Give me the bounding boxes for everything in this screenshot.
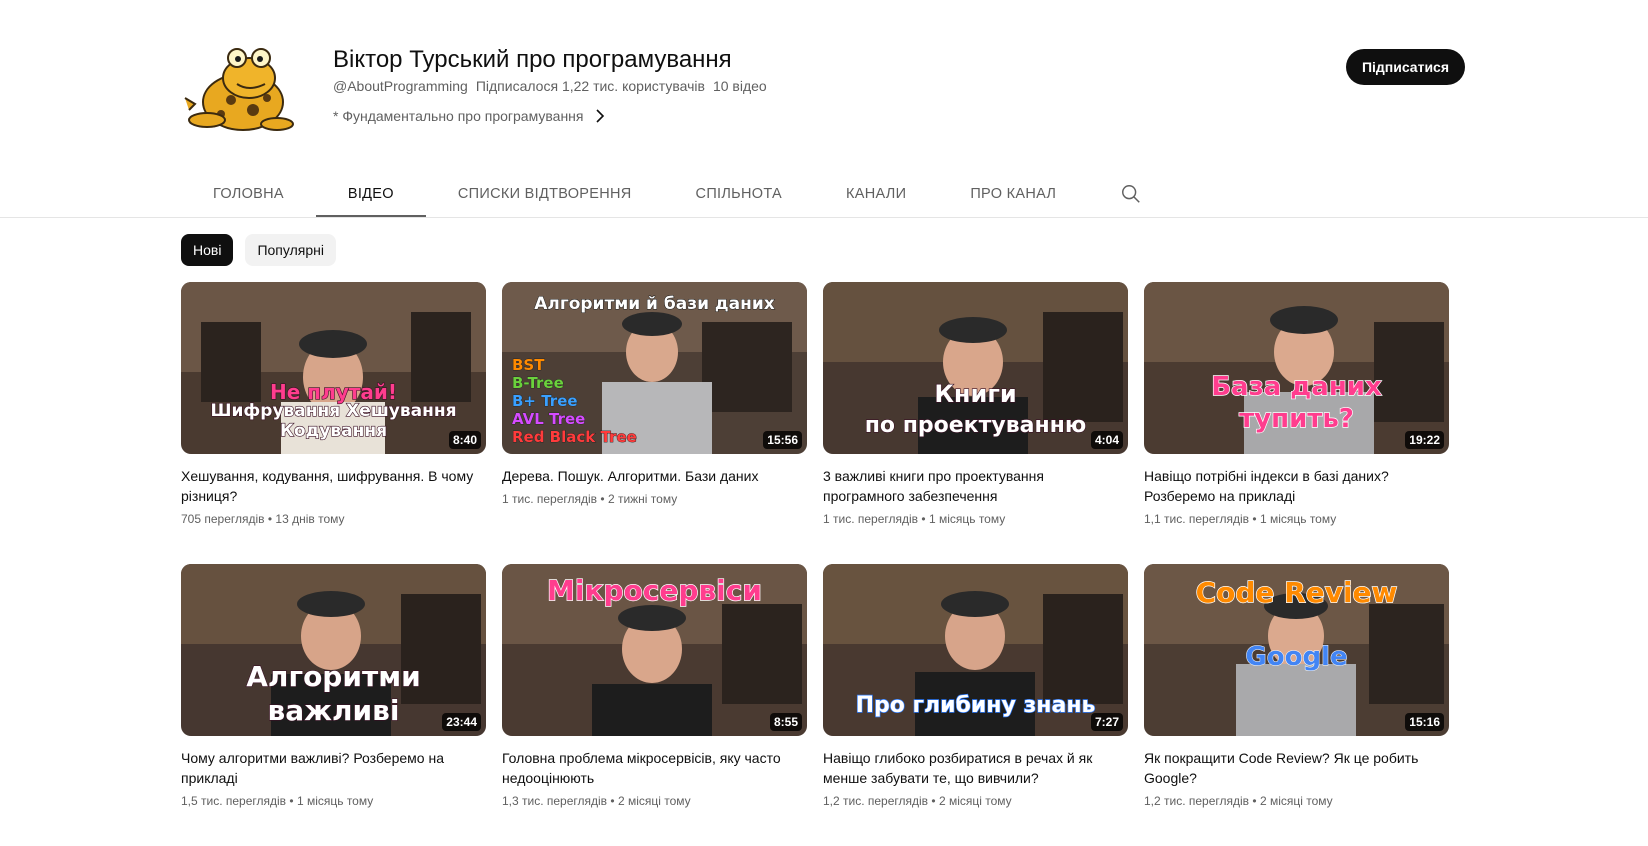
upload-age: 1 місяць тому bbox=[296, 794, 374, 808]
video-card[interactable]: Code Review Google 15:16 Як покращити Co… bbox=[1144, 564, 1449, 808]
thumbnail-caption: Алгоритми й бази даних bbox=[534, 294, 776, 314]
video-count: 10 відео bbox=[712, 78, 767, 94]
video-stats: 1,1 тис. переглядів • 1 місяць тому bbox=[1144, 512, 1337, 526]
video-card[interactable]: Не плутай! Шифрування Хешування Кодуванн… bbox=[181, 282, 486, 526]
video-card[interactable]: Книги по проектуванню 4:04 3 важливі кни… bbox=[823, 282, 1128, 526]
channel-description-link[interactable]: * Фундаментально про програмування bbox=[333, 108, 606, 124]
video-card[interactable]: База даних тупить? 19:22 Навіщо потрібні… bbox=[1144, 282, 1449, 526]
video-stats: 1,3 тис. переглядів • 2 місяці тому bbox=[502, 794, 691, 808]
video-thumbnail[interactable]: Мікросервіси 8:55 bbox=[502, 564, 807, 736]
subscribe-button[interactable]: Підписатися bbox=[1345, 49, 1465, 85]
thumbnail-caption: Алгоритми bbox=[246, 660, 422, 693]
view-count: 1,1 тис. переглядів bbox=[1144, 512, 1250, 526]
view-count: 1,3 тис. переглядів bbox=[502, 794, 608, 808]
video-duration: 8:40 bbox=[448, 431, 481, 449]
video-duration: 15:16 bbox=[1405, 713, 1444, 731]
video-thumbnail[interactable]: База даних тупить? 19:22 bbox=[1144, 282, 1449, 454]
video-title[interactable]: Хешування, кодування, шифрування. В чому… bbox=[181, 466, 486, 506]
tab-playlists[interactable]: СПИСКИ ВІДТВОРЕННЯ bbox=[426, 170, 664, 218]
video-stats: 1 тис. переглядів • 1 місяць тому bbox=[823, 512, 1006, 526]
video-thumbnail[interactable]: Про глибину знань 7:27 bbox=[823, 564, 1128, 736]
upload-age: 2 місяці тому bbox=[617, 794, 691, 808]
video-title[interactable]: Навіщо глибоко розбиратися в речах й як … bbox=[823, 748, 1128, 788]
video-card[interactable]: Алгоритми й бази даних BST B-Tree B+ Tre… bbox=[502, 282, 807, 526]
thumbnail-caption: BST bbox=[512, 356, 545, 374]
video-stats: 1,2 тис. переглядів • 2 місяці тому bbox=[1144, 794, 1333, 808]
thumbnail-caption: Code Review bbox=[1195, 576, 1398, 609]
video-card[interactable]: Мікросервіси 8:55 Головна проблема мікро… bbox=[502, 564, 807, 808]
video-title[interactable]: Головна проблема мікросервісів, яку част… bbox=[502, 748, 807, 788]
thumbnail-caption: Не плутай! bbox=[269, 380, 397, 404]
thumbnail-caption: Про глибину знань bbox=[855, 693, 1096, 718]
upload-age: 13 днів тому bbox=[275, 512, 345, 526]
video-stats: 1,2 тис. переглядів • 2 місяці тому bbox=[823, 794, 1012, 808]
upload-age: 1 місяць тому bbox=[1259, 512, 1337, 526]
tab-channels[interactable]: КАНАЛИ bbox=[814, 170, 938, 218]
video-stats: 1 тис. переглядів • 2 тижні тому bbox=[502, 492, 678, 506]
thumbnail-caption: важливі bbox=[267, 694, 400, 727]
video-thumbnail[interactable]: Алгоритми й бази даних BST B-Tree B+ Tre… bbox=[502, 282, 807, 454]
sort-chips: Нові Популярні bbox=[181, 234, 336, 266]
thumbnail-caption: B+ Tree bbox=[512, 392, 578, 410]
view-count: 705 переглядів bbox=[181, 512, 265, 526]
chip-newest[interactable]: Нові bbox=[181, 234, 234, 266]
view-count: 1 тис. переглядів bbox=[502, 492, 598, 506]
view-count: 1,5 тис. переглядів bbox=[181, 794, 287, 808]
video-stats: 705 переглядів • 13 днів тому bbox=[181, 512, 345, 526]
tab-about[interactable]: ПРО КАНАЛ bbox=[938, 170, 1088, 218]
video-grid: Не плутай! Шифрування Хешування Кодуванн… bbox=[181, 282, 1471, 808]
search-icon[interactable] bbox=[1088, 170, 1150, 218]
view-count: 1,2 тис. переглядів bbox=[823, 794, 929, 808]
video-card[interactable]: Про глибину знань 7:27 Навіщо глибоко ро… bbox=[823, 564, 1128, 808]
video-title[interactable]: Навіщо потрібні індекси в базі даних? Ро… bbox=[1144, 466, 1449, 506]
upload-age: 2 тижні тому bbox=[607, 492, 678, 506]
channel-meta: @AboutProgramming Підписалося 1,22 тис. … bbox=[333, 78, 767, 94]
channel-tabs: ГОЛОВНА ВІДЕО СПИСКИ ВІДТВОРЕННЯ СПІЛЬНО… bbox=[181, 170, 1150, 218]
video-thumbnail[interactable]: Алгоритми важливі 23:44 bbox=[181, 564, 486, 736]
video-title[interactable]: Як покращити Code Review? Як це робить G… bbox=[1144, 748, 1449, 788]
video-duration: 23:44 bbox=[442, 713, 481, 731]
upload-age: 2 місяці тому bbox=[938, 794, 1012, 808]
thumbnail-caption: Шифрування Хешування bbox=[210, 401, 457, 421]
video-title[interactable]: Дерева. Пошук. Алгоритми. Бази даних bbox=[502, 466, 807, 486]
video-title[interactable]: Чому алгоритми важливі? Розберемо на при… bbox=[181, 748, 486, 788]
tab-videos[interactable]: ВІДЕО bbox=[315, 170, 426, 218]
thumbnail-caption: Кодування bbox=[279, 421, 388, 441]
tabs-divider bbox=[0, 217, 1648, 218]
tab-community[interactable]: СПІЛЬНОТА bbox=[664, 170, 814, 218]
thumbnail-caption: База даних bbox=[1211, 372, 1383, 402]
thumbnail-caption: AVL Tree bbox=[512, 410, 586, 428]
subscriber-count: Підписалося 1,22 тис. користувачів bbox=[475, 78, 705, 94]
thumbnail-caption: по проектуванню bbox=[864, 413, 1087, 438]
channel-handle: @AboutProgramming bbox=[333, 78, 468, 94]
video-duration: 19:22 bbox=[1405, 431, 1444, 449]
thumbnail-caption: Мікросервіси bbox=[546, 574, 762, 607]
thumbnail-caption: Книги bbox=[934, 380, 1018, 408]
video-thumbnail[interactable]: Книги по проектуванню 4:04 bbox=[823, 282, 1128, 454]
upload-age: 1 місяць тому bbox=[928, 512, 1006, 526]
thumbnail-caption: тупить? bbox=[1238, 404, 1354, 434]
tab-home[interactable]: ГОЛОВНА bbox=[181, 170, 316, 218]
video-duration: 8:55 bbox=[769, 713, 802, 731]
thumbnail-caption: Google bbox=[1245, 642, 1348, 672]
chevron-right-icon bbox=[595, 109, 604, 123]
video-duration: 15:56 bbox=[763, 431, 802, 449]
video-thumbnail[interactable]: Не плутай! Шифрування Хешування Кодуванн… bbox=[181, 282, 486, 454]
channel-description: * Фундаментально про програмування bbox=[333, 108, 584, 124]
view-count: 1,2 тис. переглядів bbox=[1144, 794, 1250, 808]
view-count: 1 тис. переглядів bbox=[823, 512, 919, 526]
thumbnail-caption: B-Tree bbox=[512, 374, 565, 392]
video-duration: 7:27 bbox=[1090, 713, 1123, 731]
frog-avatar-icon[interactable] bbox=[181, 38, 301, 138]
channel-header: Віктор Турський про програмування @About… bbox=[181, 38, 1465, 138]
video-duration: 4:04 bbox=[1090, 431, 1123, 449]
chip-popular[interactable]: Популярні bbox=[245, 234, 336, 266]
video-card[interactable]: Алгоритми важливі 23:44 Чому алгоритми в… bbox=[181, 564, 486, 808]
channel-title: Віктор Турський про програмування bbox=[333, 46, 732, 73]
upload-age: 2 місяці тому bbox=[1259, 794, 1333, 808]
video-stats: 1,5 тис. переглядів • 1 місяць тому bbox=[181, 794, 374, 808]
video-title[interactable]: 3 важливі книги про проектування програм… bbox=[823, 466, 1128, 506]
video-thumbnail[interactable]: Code Review Google 15:16 bbox=[1144, 564, 1449, 736]
